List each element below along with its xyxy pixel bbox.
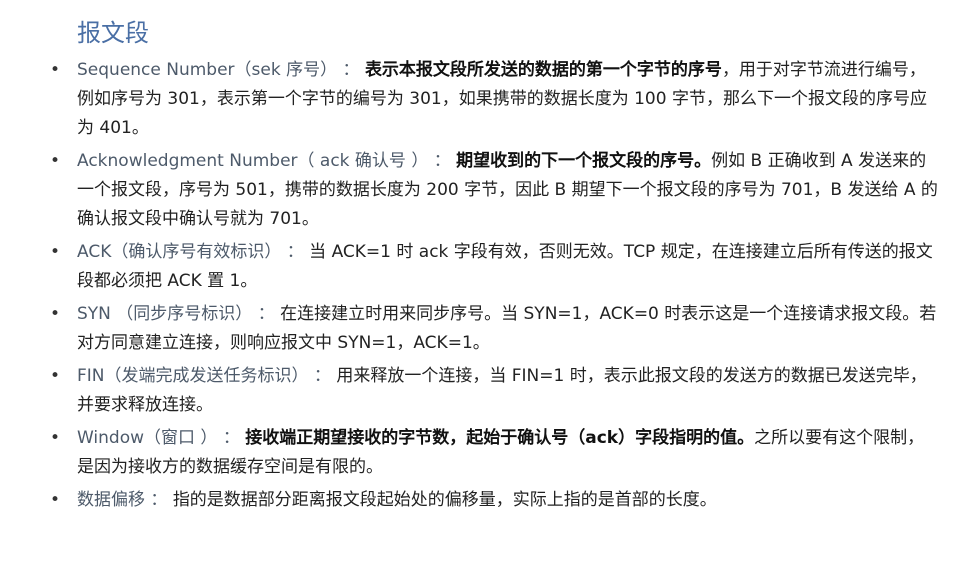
- list-item-data-offset: • 数据偏移 ： 指的是数据部分距离报文段起始处的偏移量，实际上指的是首部的长度…: [0, 486, 957, 515]
- item-emphasis: 接收端正期望接收的字节数，起始于确认号（ack）字段指明的值。: [245, 428, 755, 448]
- item-term: Window（窗口 ）: [77, 428, 218, 448]
- list-item-syn: • SYN （同步序号标识） ： 在连接建立时用来同步序号。当 SYN=1，AC…: [0, 300, 957, 358]
- item-term: SYN （同步序号标识）: [77, 304, 253, 324]
- item-separator: ：: [222, 428, 240, 448]
- item-separator: ：: [313, 366, 331, 386]
- bullet-icon: •: [50, 304, 61, 324]
- item-term: FIN（发端完成发送任务标识）: [77, 366, 309, 386]
- item-term: Sequence Number（sek 序号）: [77, 60, 338, 80]
- item-emphasis: 表示本报文段所发送的数据的第一个字节的序号: [364, 60, 722, 80]
- item-separator: ：: [286, 242, 304, 262]
- list-item-window: • Window（窗口 ） ： 接收端正期望接收的字节数，起始于确认号（ack）…: [0, 424, 957, 482]
- item-separator: ：: [433, 151, 451, 171]
- item-term: 数据偏移: [77, 490, 145, 510]
- list-item-acknowledgment-number: • Acknowledgment Number（ ack 确认号 ） ： 期望收…: [0, 147, 957, 234]
- bullet-icon: •: [50, 151, 61, 171]
- list-item-fin: • FIN（发端完成发送任务标识） ： 用来释放一个连接，当 FIN=1 时，表…: [0, 362, 957, 420]
- item-description: 指的是数据部分距离报文段起始处的偏移量，实际上指的是首部的长度。: [172, 490, 717, 510]
- item-separator: ：: [150, 490, 168, 510]
- bullet-icon: •: [50, 366, 61, 386]
- list-item-sequence-number: • Sequence Number（sek 序号） ： 表示本报文段所发送的数据…: [0, 56, 957, 143]
- section-heading: 报文段: [77, 19, 149, 47]
- item-emphasis: 期望收到的下一个报文段的序号。: [456, 151, 712, 171]
- bullet-icon: •: [50, 242, 61, 262]
- bullet-icon: •: [50, 490, 61, 510]
- bullet-icon: •: [50, 428, 61, 448]
- item-separator: ：: [257, 304, 275, 324]
- field-list: • Sequence Number（sek 序号） ： 表示本报文段所发送的数据…: [0, 56, 957, 519]
- item-term: Acknowledgment Number（ ack 确认号 ）: [77, 151, 429, 171]
- item-term: ACK（确认序号有效标识）: [77, 242, 282, 262]
- list-item-ack: • ACK（确认序号有效标识） ： 当 ACK=1 时 ack 字段有效，否则无…: [0, 238, 957, 296]
- item-separator: ：: [342, 60, 360, 80]
- bullet-icon: •: [50, 60, 61, 80]
